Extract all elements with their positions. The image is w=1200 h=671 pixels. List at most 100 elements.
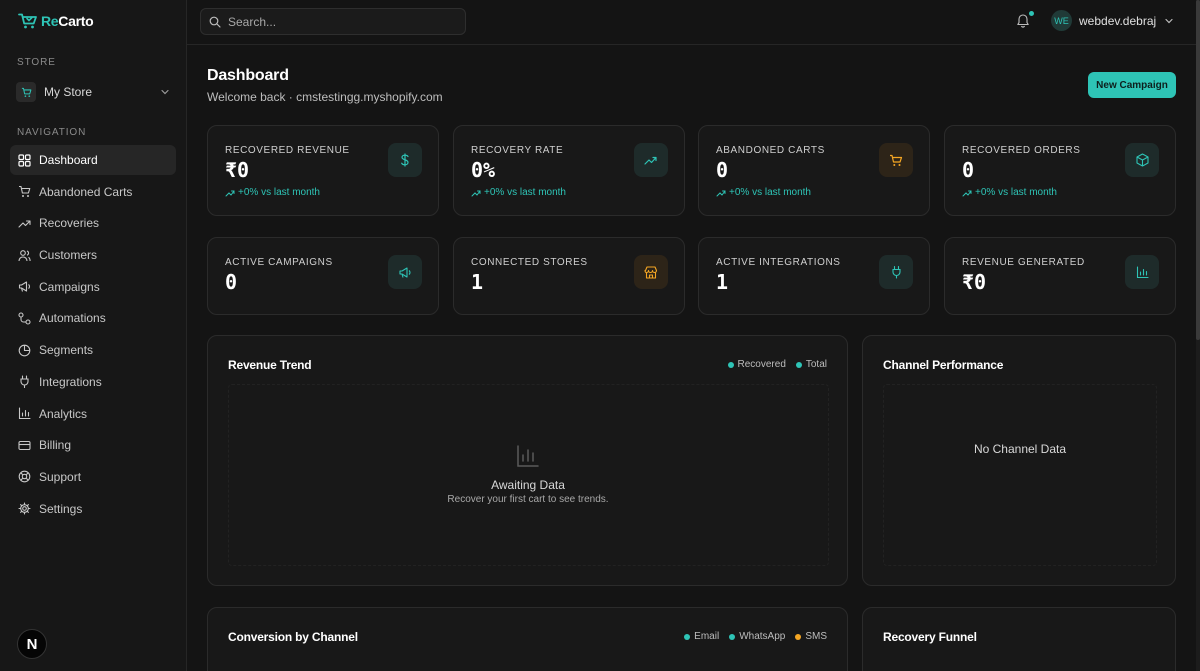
page-subtitle: Welcome back · cmstestingg.myshopify.com [207, 90, 443, 104]
sidebar-item-label: Analytics [39, 406, 88, 421]
legend-item-email[interactable]: Email [684, 631, 719, 642]
store-icon [634, 255, 668, 289]
conversion-by-channel-panel: Conversion by Channel Email WhatsApp SMS [207, 607, 848, 671]
panel-title: Channel Performance [883, 358, 1004, 372]
legend-item-whatsapp[interactable]: WhatsApp [729, 631, 785, 642]
stat-value: 0 [962, 158, 975, 182]
stat-value: 0% [471, 158, 496, 182]
store-selector[interactable]: My Store [10, 79, 176, 105]
stat-card-recovered-orders[interactable]: RECOVERED ORDERS 0 +0% vs last month [944, 125, 1176, 216]
megaphone-icon [18, 280, 31, 293]
sidebar-item-settings[interactable]: Settings [10, 494, 176, 524]
stat-card-connected-stores[interactable]: CONNECTED STORES 1 [453, 237, 685, 315]
trending-up-icon [962, 189, 972, 197]
page-scrollbar[interactable] [1196, 0, 1200, 671]
trending-up-icon [716, 189, 726, 197]
framework-badge[interactable]: N [17, 629, 47, 659]
sidebar-item-label: Customers [39, 248, 98, 263]
stat-value: 1 [471, 270, 484, 294]
stat-card-revenue-generated[interactable]: REVENUE GENERATED ₹0 [944, 237, 1176, 315]
legend-dot [727, 361, 734, 368]
sidebar-item-label: Dashboard [39, 153, 98, 167]
cart-icon [879, 143, 913, 177]
legend-item-sms[interactable]: SMS [795, 631, 827, 642]
chart-area [228, 384, 829, 566]
trending-up-icon [471, 189, 481, 197]
legend-dot [795, 361, 802, 368]
pie-icon [18, 344, 31, 357]
sidebar-item-segments[interactable]: Segments [10, 335, 176, 365]
plug-icon [18, 375, 31, 389]
sidebar-item-label: Segments [39, 343, 94, 358]
sidebar-item-billing[interactable]: Billing [10, 430, 176, 460]
chevron-down-icon [1164, 16, 1174, 26]
stat-card-recovery-rate[interactable]: RECOVERY RATE 0% +0% vs last month [453, 125, 685, 216]
legend-item-total[interactable]: Total [795, 359, 827, 370]
brand-logo[interactable]: ReCarto [18, 12, 94, 30]
scrollbar-thumb[interactable] [1196, 0, 1200, 340]
sidebar-item-abandoned-carts[interactable]: Abandoned Carts [10, 177, 176, 207]
sidebar-item-label: Automations [39, 311, 106, 326]
empty-state-title: Awaiting Data [491, 478, 565, 492]
store-section-label: STORE [17, 57, 56, 68]
stat-label: RECOVERY RATE [471, 145, 564, 156]
sidebar-item-label: Recoveries [39, 216, 100, 231]
workflow-icon [18, 312, 31, 325]
stat-card-active-campaigns[interactable]: ACTIVE CAMPAIGNS 0 [207, 237, 439, 315]
sidebar-item-customers[interactable]: Customers [10, 240, 176, 270]
top-bar: WE webdev.debraj [187, 0, 1196, 45]
search-input[interactable] [228, 14, 448, 29]
package-icon [1125, 143, 1159, 177]
sidebar-item-label: Billing [39, 438, 72, 453]
sidebar-item-dashboard[interactable]: Dashboard [10, 145, 176, 175]
stat-delta: +0% vs last month [962, 187, 1057, 198]
stat-label: RECOVERED ORDERS [962, 145, 1081, 156]
stat-label: CONNECTED STORES [471, 257, 588, 268]
store-name: My Store [44, 85, 93, 99]
chart-legend: Recovered Total [727, 359, 827, 370]
sidebar-item-campaigns[interactable]: Campaigns [10, 272, 176, 302]
sidebar-item-analytics[interactable]: Analytics [10, 399, 176, 429]
bar-chart-icon [18, 407, 31, 420]
users-icon [18, 249, 31, 262]
stat-value: 1 [716, 270, 729, 294]
notifications-button[interactable] [1016, 11, 1034, 29]
sidebar-item-support[interactable]: Support [10, 462, 176, 492]
legend-dot [729, 633, 736, 640]
stat-card-active-integrations[interactable]: ACTIVE INTEGRATIONS 1 [698, 237, 930, 315]
username: webdev.debraj [1079, 13, 1157, 28]
sidebar: ReCarto STORE My Store NAVIGATION Dashbo… [0, 0, 187, 671]
sidebar-item-label: Campaigns [39, 279, 100, 294]
bar-chart-icon [1125, 255, 1159, 289]
credit-card-icon [18, 439, 31, 452]
search-box[interactable] [200, 8, 466, 35]
user-menu[interactable]: WE webdev.debraj [1051, 10, 1174, 31]
new-campaign-button[interactable]: New Campaign [1088, 72, 1176, 98]
stat-value: ₹0 [962, 270, 987, 294]
sidebar-item-label: Settings [39, 501, 83, 516]
sidebar-item-automations[interactable]: Automations [10, 303, 176, 333]
sidebar-item-label: Integrations [39, 374, 102, 389]
stat-card-abandoned-carts[interactable]: ABANDONED CARTS 0 +0% vs last month [698, 125, 930, 216]
panel-title: Revenue Trend [228, 358, 312, 372]
stat-value: 0 [225, 270, 238, 294]
grid-icon [18, 153, 31, 167]
stat-label: ACTIVE INTEGRATIONS [716, 257, 841, 268]
trending-up-icon [634, 143, 668, 177]
recovery-funnel-panel: Recovery Funnel [862, 607, 1176, 671]
stat-label: REVENUE GENERATED [962, 257, 1085, 268]
empty-state-subtitle: Recover your first cart to see trends. [447, 494, 609, 505]
gear-icon [18, 502, 31, 515]
trending-up-icon [18, 217, 31, 230]
page-title: Dashboard [207, 67, 289, 84]
panel-title: Recovery Funnel [883, 630, 977, 644]
trending-up-icon [225, 189, 235, 197]
stat-value: ₹0 [225, 158, 250, 182]
sidebar-item-recoveries[interactable]: Recoveries [10, 208, 176, 238]
stat-card-recovered-revenue[interactable]: RECOVERED REVENUE ₹0 +0% vs last month [207, 125, 439, 216]
cart-icon [18, 185, 31, 198]
sidebar-item-integrations[interactable]: Integrations [10, 367, 176, 397]
plug-icon [879, 255, 913, 289]
legend-item-recovered[interactable]: Recovered [727, 359, 786, 370]
lifebuoy-icon [18, 470, 31, 483]
